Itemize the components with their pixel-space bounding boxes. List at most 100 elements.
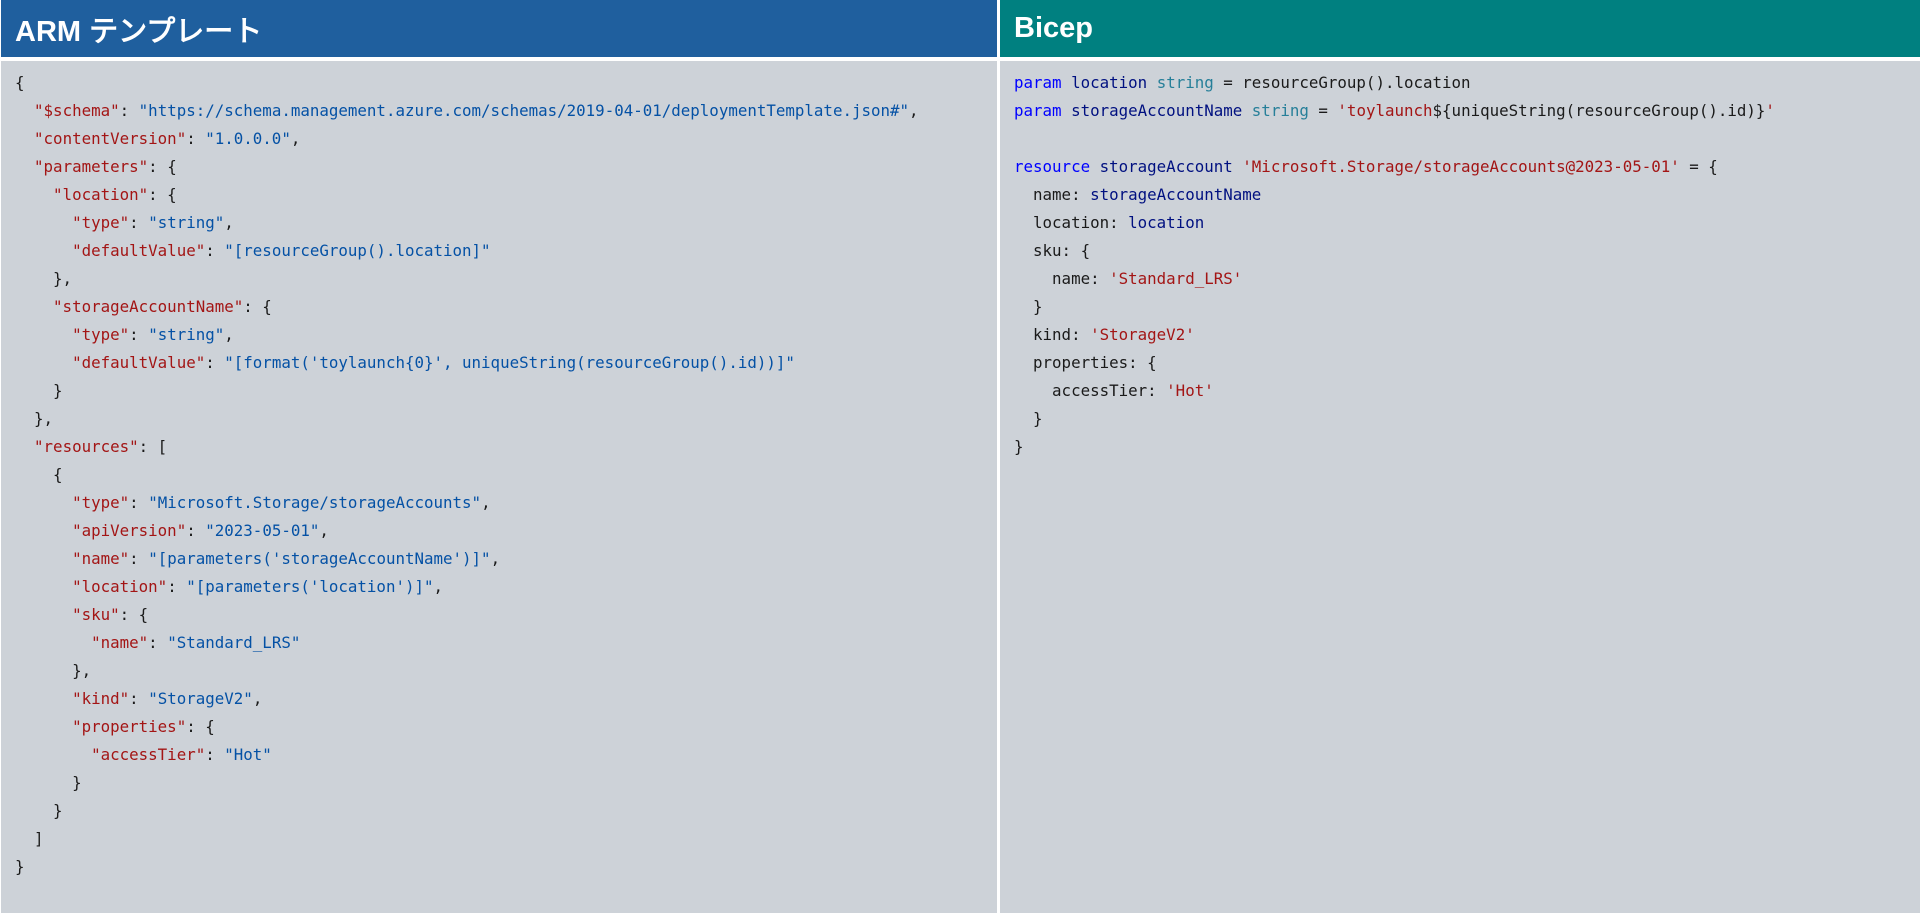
code-token: "location" — [72, 577, 168, 596]
code-line: "sku": { — [15, 601, 997, 629]
code-token: : [ — [138, 437, 168, 456]
code-token: location: — [1014, 213, 1129, 232]
code-line: location: location — [1014, 209, 1920, 237]
code-line: "name": "[parameters('storageAccountName… — [15, 545, 997, 573]
code-token: }, — [15, 409, 54, 428]
code-line: "kind": "StorageV2", — [15, 685, 997, 713]
code-line: "type": "string", — [15, 209, 997, 237]
code-token: : — [205, 745, 225, 764]
code-line: { — [15, 461, 997, 489]
code-token: "2023-05-01" — [205, 521, 320, 540]
code-line: "apiVersion": "2023-05-01", — [15, 517, 997, 545]
code-line: sku: { — [1014, 237, 1920, 265]
code-token: { — [15, 465, 63, 484]
code-line: } — [1014, 405, 1920, 433]
code-token: "contentVersion" — [34, 129, 187, 148]
code-token: , — [290, 129, 301, 148]
code-token: name: — [1014, 269, 1110, 288]
bicep-column: Bicep param location string = resourceGr… — [1000, 0, 1920, 913]
code-line: "type": "Microsoft.Storage/storageAccoun… — [15, 489, 997, 517]
code-line: "contentVersion": "1.0.0.0", — [15, 125, 997, 153]
code-line: } — [1014, 433, 1920, 461]
code-token: : { — [148, 157, 177, 176]
code-token: "sku" — [72, 605, 120, 624]
code-token: : — [148, 633, 168, 652]
code-token: "type" — [72, 493, 130, 512]
code-line: }, — [15, 405, 997, 433]
code-token: "1.0.0.0" — [205, 129, 291, 148]
code-token: : { — [119, 605, 149, 624]
code-line: "location": { — [15, 181, 997, 209]
bicep-code: param location string = resourceGroup().… — [1014, 69, 1920, 461]
code-line: properties: { — [1014, 349, 1920, 377]
code-token: , — [224, 325, 234, 344]
code-token: , — [909, 101, 919, 120]
code-line: ] — [15, 825, 997, 853]
code-line: } — [15, 797, 997, 825]
code-token: param — [1014, 73, 1062, 92]
code-line: "accessTier": "Hot" — [15, 741, 997, 769]
code-line: } — [15, 769, 997, 797]
code-line: "location": "[parameters('location')]", — [15, 573, 997, 601]
code-line: name: storageAccountName — [1014, 181, 1920, 209]
code-line: "$schema": "https://schema.management.az… — [15, 97, 997, 125]
code-token: } — [1014, 437, 1024, 456]
code-token: 'StorageV2' — [1090, 325, 1195, 344]
code-token: storageAccountName — [1071, 101, 1243, 120]
code-token: "type" — [72, 213, 130, 232]
code-token: , — [252, 689, 263, 708]
code-token: "parameters" — [34, 157, 149, 176]
bicep-header: Bicep — [1000, 0, 1920, 57]
code-token: : — [129, 689, 149, 708]
code-line: param location string = resourceGroup().… — [1014, 69, 1920, 97]
code-token: "StorageV2" — [148, 689, 253, 708]
code-token: location — [1071, 73, 1148, 92]
code-token: "properties" — [72, 717, 187, 736]
code-line: }, — [15, 657, 997, 685]
code-token: "kind" — [72, 689, 130, 708]
code-token: kind: — [1014, 325, 1091, 344]
code-token: sku: { — [1014, 241, 1091, 260]
code-token: string — [1251, 101, 1309, 120]
code-token: } — [1014, 297, 1043, 316]
code-token: } — [15, 381, 63, 400]
code-line: name: 'Standard_LRS' — [1014, 265, 1920, 293]
code-line: } — [15, 853, 997, 881]
code-line: } — [15, 377, 997, 405]
code-line: "defaultValue": "[resourceGroup().locati… — [15, 237, 997, 265]
code-token: "[parameters('location')]" — [186, 577, 434, 596]
code-line: "properties": { — [15, 713, 997, 741]
arm-template-title: ARM テンプレート — [15, 15, 263, 48]
code-line: { — [15, 69, 997, 97]
code-token: : — [205, 241, 225, 260]
comparison-slide: ARM テンプレート { "$schema": "https://schema.… — [0, 0, 1920, 913]
code-token: "location" — [53, 185, 149, 204]
code-line: "type": "string", — [15, 321, 997, 349]
code-line: resource storageAccount 'Microsoft.Stora… — [1014, 153, 1920, 181]
code-token: storageAccount — [1099, 157, 1233, 176]
code-token: name: — [1014, 185, 1091, 204]
bicep-code-panel: param location string = resourceGroup().… — [1000, 61, 1920, 913]
code-token: param — [1014, 101, 1062, 120]
code-token: resource — [1014, 157, 1091, 176]
code-token: : — [129, 493, 149, 512]
code-token: 'Microsoft.Storage/storageAccounts@2023-… — [1242, 157, 1680, 176]
code-token: "name" — [72, 549, 130, 568]
code-token: , — [433, 577, 444, 596]
code-token: }, — [15, 269, 73, 288]
